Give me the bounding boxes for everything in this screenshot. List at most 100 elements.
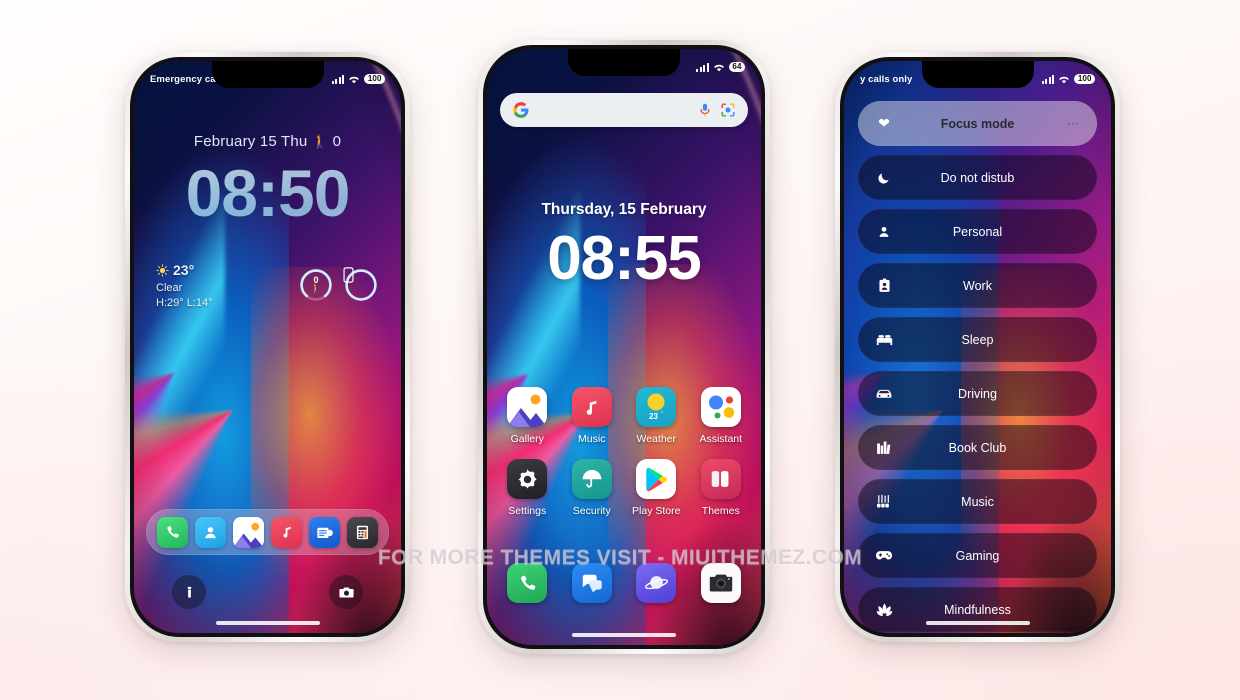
weather-condition: Clear [156,281,183,294]
sun-icon: 23 ° [636,387,677,427]
focus-driving[interactable]: Driving [858,371,1097,416]
focus-work[interactable]: Work [858,263,1097,308]
phone-screen: Emergency call 100 February 15 Thu 🚶 0 0… [134,61,401,633]
google-assistant-icon [700,387,741,427]
walking-icon: 🚶 [311,134,329,149]
microphone-icon[interactable] [698,102,712,118]
app-label: Weather [636,433,677,445]
app-label: Security [572,505,611,517]
weather-widget[interactable]: 23° Clear H:29° L:14° [156,261,213,312]
fitness-ring-widget[interactable]: 0 🚶 [298,267,334,303]
dynamic-island [921,61,1034,88]
focus-item-label: Personal [952,224,1003,239]
focus-mode-list: ❤ Focus mode ⋯ Do not distub Personal Wo… [858,101,1097,632]
wifi-icon [714,64,724,71]
focus-item-label: Music [961,494,994,509]
flashlight-button[interactable] [172,575,206,609]
phone-screen: 64 Thursday, 15 February 08:55 Gallery M… [487,49,761,645]
camera-app[interactable] [689,563,754,603]
focus-item-label: Mindfulness [944,602,1011,617]
focus-book-club[interactable]: Book Club [858,425,1097,470]
step-count: 0 [332,133,342,150]
photo-icon [507,387,548,427]
lockscreen-shortcuts [134,575,401,609]
security-app[interactable]: Security [560,459,625,517]
wallpaper [487,49,761,645]
browser-app[interactable] [624,563,689,603]
focus-item-label: Gaming [955,548,1000,563]
umbrella-icon [571,459,612,499]
weather-badge: 23 [649,412,658,421]
chat-bubble-icon [571,563,612,603]
google-g-icon [513,102,529,118]
camera-icon [700,563,741,603]
gallery-app[interactable]: Gallery [495,387,560,445]
date-text: February 15 Thu [193,133,308,150]
battery-ring-widget[interactable] [343,267,379,303]
carrier-label: Emergency call [150,73,222,85]
contacts-app-icon[interactable] [194,516,226,548]
focus-item-label: Driving [958,386,997,401]
home-indicator[interactable] [925,621,1030,625]
focus-mode-header[interactable]: ❤ Focus mode ⋯ [858,101,1097,146]
music-app[interactable]: Music [560,387,625,445]
weather-highlow: H:29° L:14° [156,297,213,310]
app-grid: Gallery Music 23 ° Weather Assistant Set… [495,387,753,517]
focus-item-label: Book Club [948,440,1007,455]
focus-item-label: Do not distub [940,170,1015,185]
focus-sleep[interactable]: Sleep [858,317,1097,362]
svg-text:°: ° [661,411,663,417]
focus-personal[interactable]: Personal [858,209,1097,254]
focus-music[interactable]: Music [858,479,1097,524]
signal-bars-icon [1041,74,1055,84]
news-app-icon[interactable] [309,516,341,548]
signal-bars-icon [331,74,345,84]
battery-level: 100 [1074,74,1095,84]
play-store-app[interactable]: Play Store [624,459,689,517]
dynamic-island [211,61,324,88]
home-indicator[interactable] [572,633,676,637]
phone-app[interactable] [495,563,560,603]
lockscreen-dock [146,509,389,555]
app-label: Gallery [510,433,544,445]
wifi-icon [1059,76,1070,83]
themes-app[interactable]: Themes [689,459,754,517]
weather-temp: 23° [173,262,195,278]
lockscreen-date: February 15 Thu 🚶 0 [134,133,401,150]
phone-icon [343,267,354,283]
focus-item-label: Sleep [961,332,994,347]
home-indicator[interactable] [215,621,320,625]
walking-icon: 🚶 [309,283,323,295]
settings-app[interactable]: Settings [495,459,560,517]
music-app-icon[interactable] [271,516,303,548]
focus-mindfulness[interactable]: Mindfulness [858,587,1097,632]
assistant-app[interactable]: Assistant [689,387,754,445]
homescreen-clock: 08:55 [547,224,702,293]
camera-button[interactable] [329,575,363,609]
google-lens-icon[interactable] [720,102,736,118]
dynamic-island [568,49,680,76]
wifi-icon [349,76,360,83]
weather-app[interactable]: 23 ° Weather [624,387,689,445]
focus-gaming[interactable]: Gaming [858,533,1097,578]
homescreen-dock [495,563,753,603]
app-label: Assistant [699,433,743,445]
app-label: Play Store [632,505,681,517]
planet-icon [636,563,677,603]
phone-screen: y calls only 100 ❤ Focus mode ⋯ Do not d… [844,61,1111,633]
signal-bars-icon [696,62,709,72]
messages-app[interactable] [560,563,625,603]
google-search-bar[interactable] [500,93,748,127]
app-label: Music [578,433,606,445]
phone-handset-icon [507,563,548,603]
phone-app-icon[interactable] [156,516,188,548]
play-triangle-icon [636,459,677,499]
phone-3-focus-mode: y calls only 100 ❤ Focus mode ⋯ Do not d… [835,52,1120,642]
music-note-icon [571,387,612,427]
battery-level: 100 [364,74,385,84]
phone-2-homescreen: 64 Thursday, 15 February 08:55 Gallery M… [478,40,770,654]
app-label: Themes [701,505,740,517]
calculator-app-icon[interactable] [347,516,379,548]
focus-do-not-disturb[interactable]: Do not distub [858,155,1097,200]
gallery-app-icon[interactable] [232,516,264,548]
